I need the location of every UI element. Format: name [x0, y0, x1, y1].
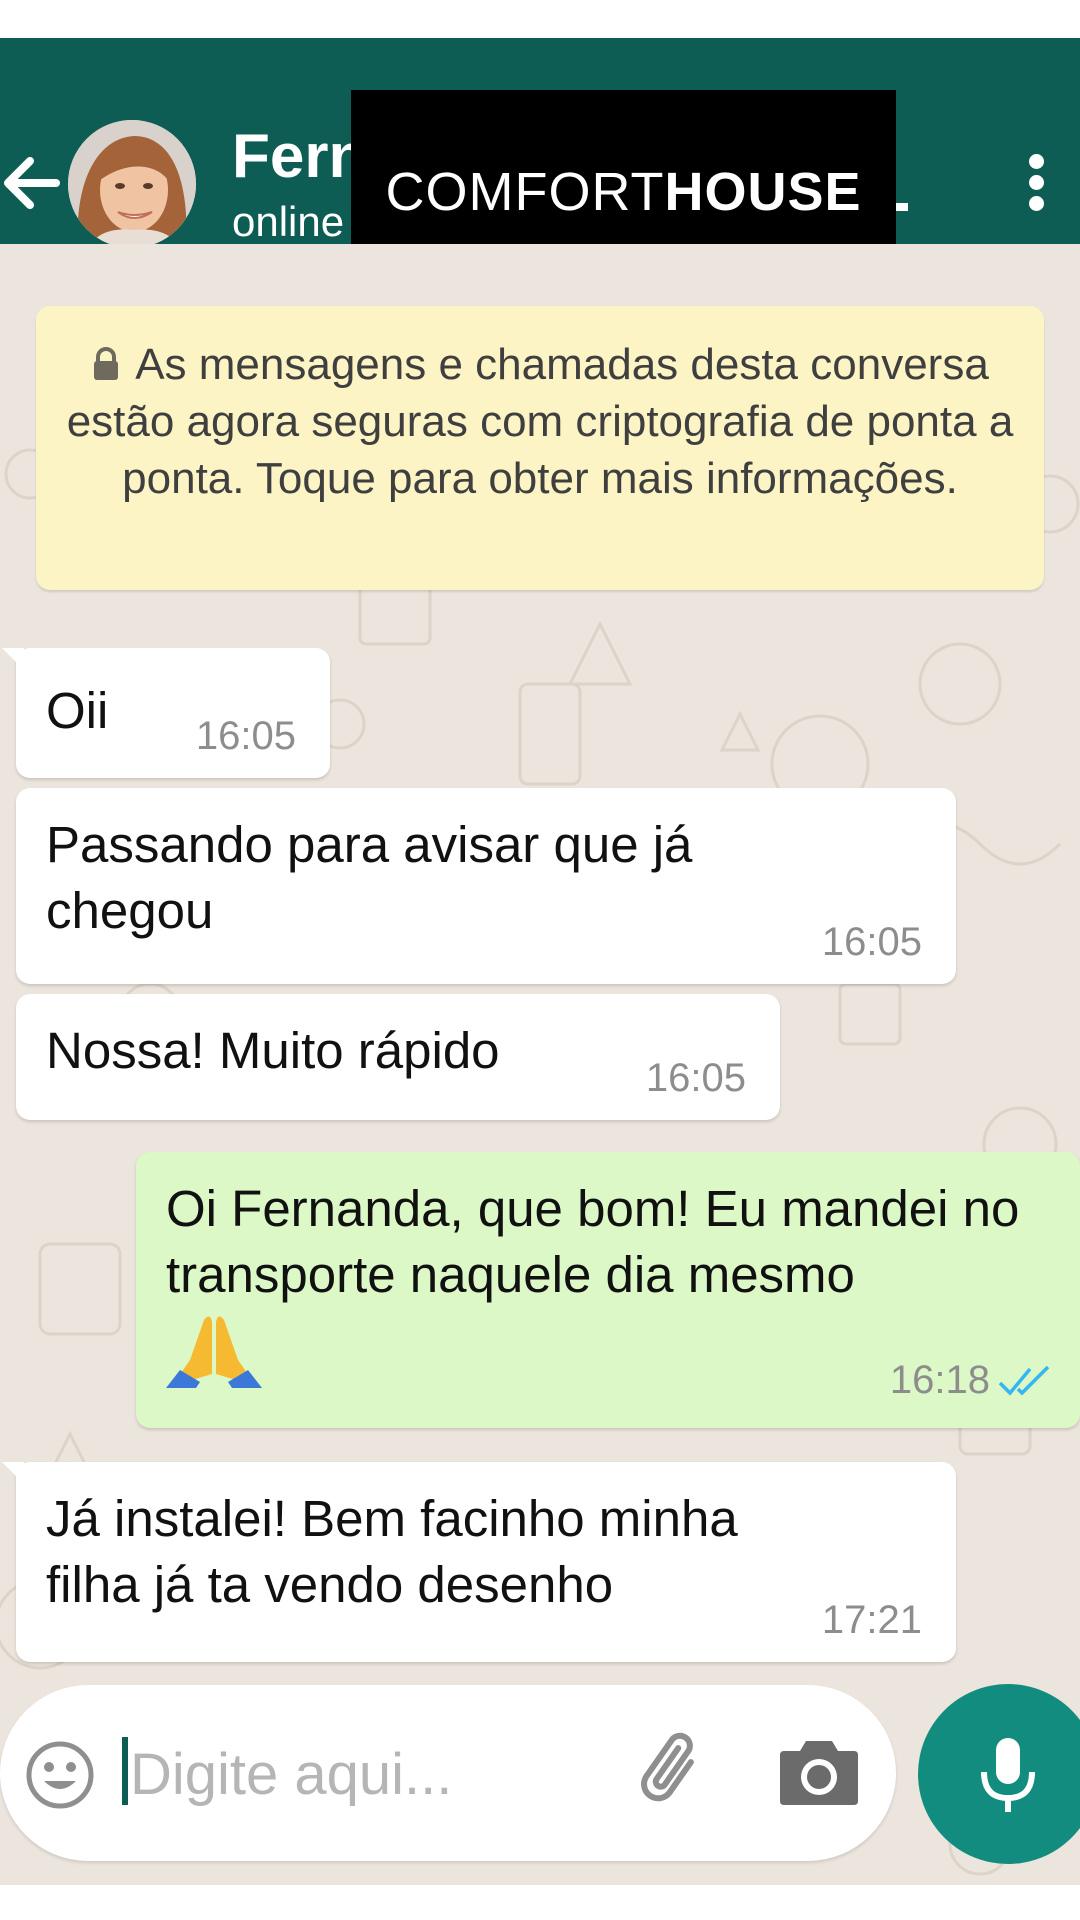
- message-time: 16:18: [890, 1358, 1054, 1402]
- message-bubble-incoming[interactable]: Nossa! Muito rápido 16:05: [16, 994, 780, 1120]
- arrow-left-icon: [4, 157, 60, 209]
- logo-text-comfort: COMFORT: [385, 161, 665, 222]
- menu-dot: [1029, 196, 1044, 211]
- bubble-tail: [2, 1462, 24, 1484]
- avatar[interactable]: [68, 120, 196, 248]
- message-bubble-incoming[interactable]: Passando para avisar que já chegou 16:05: [16, 788, 956, 984]
- message-composer: [0, 1685, 896, 1861]
- message-time: 16:05: [821, 920, 922, 964]
- more-options-button[interactable]: [1020, 148, 1056, 218]
- message-bubble-outgoing[interactable]: Oi Fernanda, que bom! Eu mandei no trans…: [136, 1152, 1080, 1428]
- message-text: Oi Fernanda, que bom! Eu mandei no trans…: [166, 1176, 1056, 1388]
- smiley-icon[interactable]: [24, 1739, 96, 1811]
- contact-name[interactable]: Fern: [232, 122, 366, 192]
- folded-hands-emoji: [166, 1316, 262, 1388]
- message-bubble-incoming[interactable]: Já instalei! Bem facinho minha filha já …: [2, 1462, 956, 1662]
- mic-icon: [981, 1738, 1035, 1812]
- message-text: Passando para avisar que já chegou: [46, 816, 693, 939]
- message-time: 16:05: [195, 714, 296, 758]
- avatar-image: [68, 120, 196, 248]
- message-time: 16:05: [645, 1056, 746, 1100]
- message-time: 17:21: [821, 1598, 922, 1642]
- bottom-strip: [0, 1885, 1080, 1920]
- message-text: Já instalei! Bem facinho minha filha já …: [46, 1490, 738, 1613]
- menu-dot: [1029, 175, 1044, 190]
- double-check-icon: [998, 1365, 1050, 1396]
- message-input[interactable]: [128, 1729, 592, 1819]
- lock-icon: [94, 347, 119, 380]
- paperclip-icon[interactable]: [630, 1725, 720, 1815]
- bubble-tail: [2, 648, 24, 670]
- more-vertical-icon: [1029, 154, 1044, 169]
- message-time-text: 16:18: [889, 1358, 990, 1402]
- encryption-notice-text: As mensagens e chamadas desta conversa e…: [66, 340, 1014, 503]
- back-button[interactable]: [0, 148, 60, 218]
- camera-icon[interactable]: [776, 1729, 862, 1815]
- contact-status: online: [232, 198, 345, 245]
- message-text-body: Oi Fernanda, que bom! Eu mandei no trans…: [166, 1180, 1020, 1303]
- encryption-notice[interactable]: As mensagens e chamadas desta conversa e…: [36, 306, 1044, 590]
- chat-area[interactable]: As mensagens e chamadas desta conversa e…: [0, 244, 1080, 1885]
- message-bubble-incoming[interactable]: Oii 16:05: [2, 648, 330, 778]
- logo-text-house: HOUSE: [664, 161, 862, 222]
